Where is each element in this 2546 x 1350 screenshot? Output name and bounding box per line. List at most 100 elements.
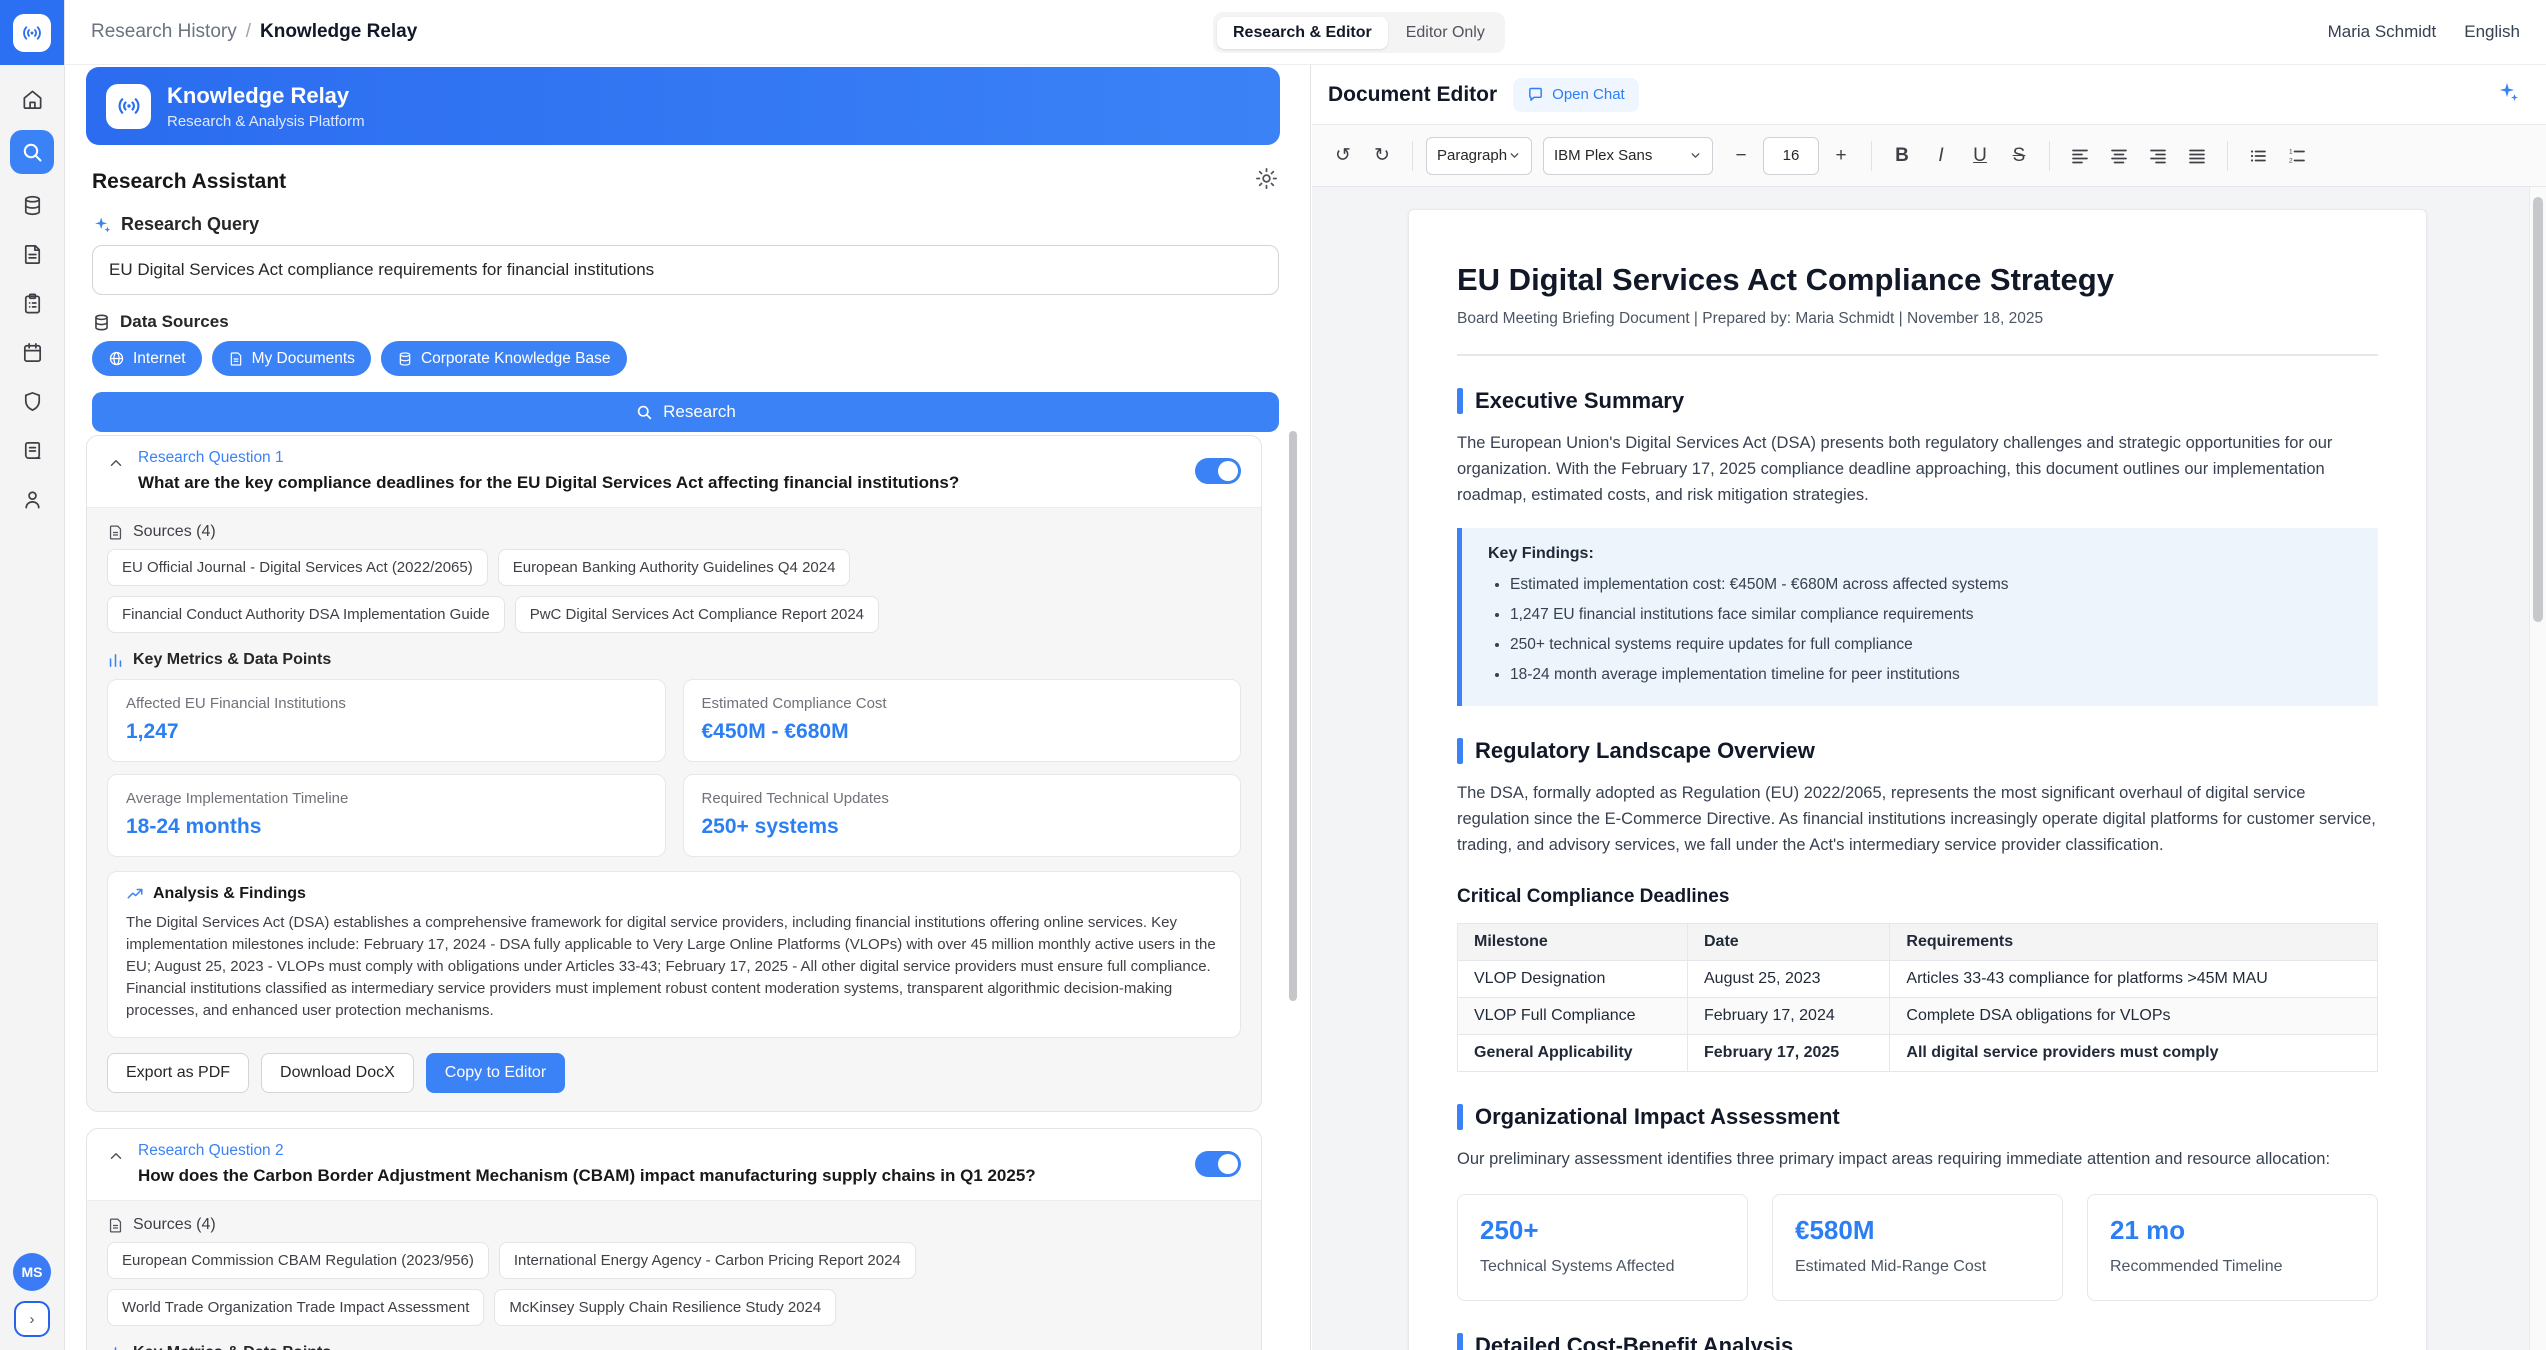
key-finding-item: 18-24 month average implementation timel… [1510, 664, 2352, 686]
app-banner: Knowledge Relay Research & Analysis Plat… [86, 67, 1280, 145]
align-left-button[interactable] [2063, 139, 2097, 173]
search-icon [20, 140, 44, 164]
research-query-input[interactable] [92, 245, 1279, 295]
research-button[interactable]: Research [92, 392, 1279, 432]
chip-my-documents[interactable]: My Documents [212, 341, 371, 376]
sidebar-collapse-button[interactable]: › [14, 1301, 50, 1337]
rq1-sources-row: Sources (4) [107, 523, 1241, 541]
source-chip[interactable]: McKinsey Supply Chain Resilience Study 2… [494, 1289, 836, 1326]
toolbar-divider [2049, 141, 2050, 171]
research-form: Research Assistant Research Query Data S… [65, 166, 1310, 432]
document-scroll-area[interactable]: EU Digital Services Act Compliance Strat… [1312, 187, 2546, 1350]
align-center-button[interactable] [2102, 139, 2136, 173]
download-docx-button[interactable]: Download DocX [261, 1053, 414, 1093]
redo-button[interactable]: ↻ [1365, 139, 1399, 173]
metric-card: Estimated Compliance Cost €450M - €680M [683, 679, 1242, 762]
paragraph-style-select[interactable]: Paragraph [1426, 137, 1532, 175]
ai-sparkles-icon[interactable] [2496, 80, 2520, 109]
sidebar-item-profile[interactable] [14, 481, 50, 517]
chevron-up-icon[interactable] [107, 1147, 125, 1170]
sidebar-nav [0, 65, 64, 517]
assistant-section-title: Research Assistant [92, 166, 1279, 197]
rq1-titles: Research Question 1 What are the key com… [138, 449, 959, 493]
rq1-metrics-row: Key Metrics & Data Points [107, 651, 1241, 669]
source-chip[interactable]: Financial Conduct Authority DSA Implemen… [107, 596, 505, 633]
banner-subtitle: Research & Analysis Platform [167, 113, 365, 130]
shield-icon [21, 390, 44, 413]
tab-editor-only[interactable]: Editor Only [1390, 17, 1501, 49]
italic-button[interactable]: I [1924, 139, 1958, 173]
rq1-sources-label: Sources (4) [133, 523, 216, 541]
copy-to-editor-button[interactable]: Copy to Editor [426, 1053, 565, 1093]
avatar[interactable]: MS [13, 1253, 51, 1291]
document-scrollbar-thumb[interactable] [2533, 197, 2543, 622]
rq2-toggle[interactable] [1195, 1151, 1241, 1177]
source-chip[interactable]: EU Official Journal - Digital Services A… [107, 549, 488, 586]
export-pdf-button[interactable]: Export as PDF [107, 1053, 249, 1093]
editor-header: Document Editor Open Chat [1312, 65, 2546, 125]
bar-chart-icon [107, 1345, 124, 1350]
scroll-icon [21, 439, 44, 462]
sidebar-item-database[interactable] [14, 187, 50, 223]
align-justify-button[interactable] [2180, 139, 2214, 173]
rq2-label[interactable]: Research Question 2 [138, 1142, 1036, 1160]
sidebar: MS › [0, 0, 65, 1350]
divider [1457, 354, 2378, 356]
section-regulatory-overview: Regulatory Landscape Overview [1457, 738, 2378, 764]
bold-button[interactable]: B [1885, 139, 1919, 173]
sidebar-item-security[interactable] [14, 383, 50, 419]
underline-button[interactable]: U [1963, 139, 1997, 173]
impact-card: €580M Estimated Mid-Range Cost [1772, 1194, 2063, 1301]
chip-internet[interactable]: Internet [92, 341, 202, 376]
rq2-question: How does the Carbon Border Adjustment Me… [138, 1166, 1036, 1186]
source-chip[interactable]: European Banking Authority Guidelines Q4… [498, 549, 851, 586]
align-right-button[interactable] [2141, 139, 2175, 173]
chevron-up-icon[interactable] [107, 454, 125, 477]
rq1-label[interactable]: Research Question 1 [138, 449, 959, 467]
font-size-input[interactable] [1763, 137, 1819, 175]
rq2-source-chips: European Commission CBAM Regulation (202… [107, 1242, 1241, 1326]
font-size-increase-button[interactable]: + [1824, 139, 1858, 173]
font-family-select[interactable]: IBM Plex Sans [1543, 137, 1713, 175]
section-accent-bar [1457, 738, 1463, 764]
chip-corporate-knowledge-base[interactable]: Corporate Knowledge Base [381, 341, 627, 376]
source-chip[interactable]: World Trade Organization Trade Impact As… [107, 1289, 484, 1326]
tab-research-and-editor[interactable]: Research & Editor [1217, 17, 1388, 49]
rq1-toggle[interactable] [1195, 458, 1241, 484]
breadcrumb-parent[interactable]: Research History [91, 21, 237, 43]
broadcast-logo-icon [13, 14, 51, 52]
svg-text:2: 2 [2289, 157, 2293, 164]
impact-metric-cards: 250+ Technical Systems Affected €580M Es… [1457, 1194, 2378, 1301]
document-page[interactable]: EU Digital Services Act Compliance Strat… [1408, 209, 2427, 1350]
undo-button[interactable]: ↺ [1326, 139, 1360, 173]
sidebar-item-documents[interactable] [14, 236, 50, 272]
sidebar-item-home[interactable] [14, 81, 50, 117]
bullet-list-button[interactable] [2241, 139, 2275, 173]
sidebar-item-search[interactable] [10, 130, 54, 174]
strikethrough-button[interactable]: S [2002, 139, 2036, 173]
research-question-card-2: Research Question 2 How does the Carbon … [86, 1128, 1262, 1350]
view-mode-tabs: Research & Editor Editor Only [1213, 12, 1505, 53]
source-chip[interactable]: European Commission CBAM Regulation (202… [107, 1242, 489, 1279]
app-window: MS › Research History / Knowledge Relay … [0, 0, 2546, 1350]
settings-gear-icon[interactable] [1254, 166, 1279, 197]
numbered-list-button[interactable]: 12 [2280, 139, 2314, 173]
rq2-metrics-row: Key Metrics & Data Points [107, 1344, 1241, 1350]
key-finding-item: Estimated implementation cost: €450M - €… [1510, 574, 2352, 596]
document-scrollbar-track[interactable] [2529, 187, 2546, 1350]
language-selector[interactable]: English [2464, 22, 2520, 42]
source-chip[interactable]: PwC Digital Services Act Compliance Repo… [515, 596, 879, 633]
app-logo-block [0, 0, 64, 65]
editor-toolbar: ↺ ↻ Paragraph IBM Plex Sans − + B I U S [1312, 125, 2546, 187]
sidebar-item-reports[interactable] [14, 432, 50, 468]
source-chip[interactable]: International Energy Agency - Carbon Pri… [499, 1242, 916, 1279]
user-name[interactable]: Maria Schmidt [2328, 22, 2437, 42]
results-scrollbar[interactable] [1289, 431, 1297, 1001]
sidebar-item-calendar[interactable] [14, 334, 50, 370]
open-chat-button[interactable]: Open Chat [1513, 78, 1639, 112]
font-size-decrease-button[interactable]: − [1724, 139, 1758, 173]
table-row: VLOP Full Compliance February 17, 2024 C… [1458, 998, 2378, 1035]
research-results[interactable]: Research Question 1 What are the key com… [65, 427, 1310, 1350]
sidebar-item-clipboard[interactable] [14, 285, 50, 321]
rq2-sources-row: Sources (4) [107, 1216, 1241, 1234]
